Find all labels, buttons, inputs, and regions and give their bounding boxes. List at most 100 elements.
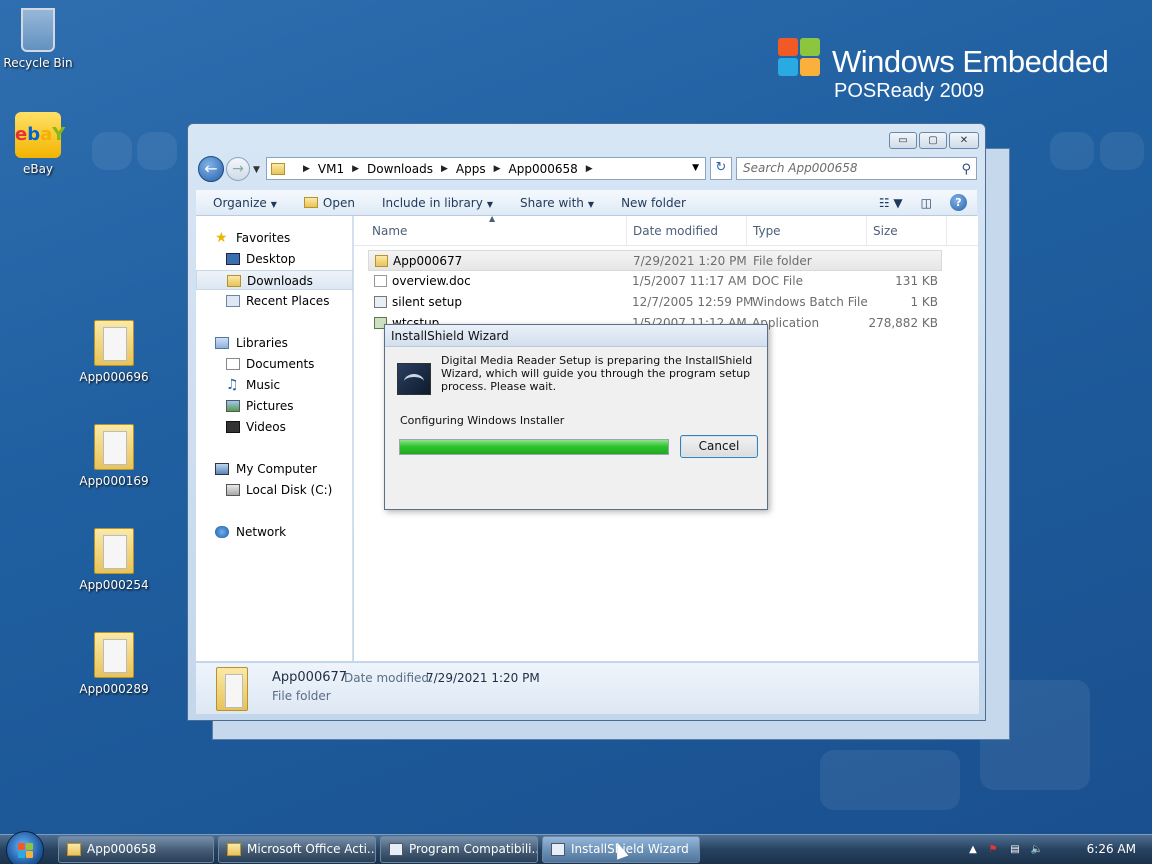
ebay-logo-b: b [27, 124, 41, 145]
new-folder-button[interactable]: New folder [621, 196, 686, 210]
file-row[interactable]: silent setup 12/7/2005 12:59 PM Windows … [368, 292, 942, 313]
search-input[interactable]: Search App000658 ⚲ [736, 157, 977, 180]
folder-icon [94, 528, 134, 574]
nav-label: Local Disk (C:) [246, 483, 333, 497]
forward-button[interactable]: → [226, 157, 250, 181]
details-date-value: 7/29/2021 1:20 PM [426, 671, 540, 685]
file-date: 7/29/2021 1:20 PM [633, 254, 747, 268]
show-hidden-icons-icon[interactable]: ▲ [966, 843, 980, 856]
downloads-icon [227, 275, 241, 287]
breadcrumb-item[interactable]: Downloads [367, 162, 433, 176]
breadcrumb-item[interactable]: App000658 [509, 162, 578, 176]
file-size: 1 KB [910, 295, 938, 309]
back-button[interactable]: ← [198, 156, 224, 182]
installshield-dialog[interactable]: InstallShield Wizard Digital Media Reade… [384, 324, 768, 510]
chevron-down-icon: ▼ [486, 199, 493, 209]
address-dropdown[interactable]: ▼ [692, 163, 699, 173]
taskbar-button-app000658[interactable]: App000658 [58, 836, 214, 863]
dialog-title[interactable]: InstallShield Wizard [385, 325, 767, 347]
volume-muted-icon[interactable]: 🔈 [1030, 843, 1044, 856]
music-icon: ♫ [226, 377, 239, 393]
nav-my-computer[interactable]: My Computer [196, 459, 353, 479]
file-date: 1/5/2007 11:17 AM [632, 274, 747, 288]
file-type: File folder [753, 254, 812, 268]
nav-videos[interactable]: Videos [196, 417, 353, 437]
nav-label: Desktop [246, 252, 296, 266]
new-folder-label: New folder [621, 195, 686, 210]
view-options-icon[interactable]: ☷ ▼ [879, 196, 903, 210]
desktop-icon-label: App000169 [79, 474, 149, 488]
open-label: Open [322, 195, 355, 210]
column-headers: Name ▲ Date modified Type Size [354, 214, 978, 246]
nav-libraries[interactable]: Libraries [196, 333, 353, 353]
clock[interactable]: 6:26 AM [1087, 842, 1136, 856]
file-date: 12/7/2005 12:59 PM [632, 295, 754, 309]
installshield-logo-icon [397, 363, 431, 395]
taskbar-label: App000658 [87, 842, 157, 856]
share-with-button[interactable]: Share with ▼ [520, 196, 594, 210]
start-button[interactable] [6, 831, 44, 864]
brand-subtitle: POSReady 2009 [834, 80, 985, 102]
chevron-right-icon[interactable]: ▶ [352, 164, 359, 174]
address-bar[interactable]: ▶ VM1 ▶ Downloads ▶ Apps ▶ App000658 ▶ ▼ [266, 157, 706, 180]
windows-flag-icon [18, 851, 25, 858]
desktop-icon-ebay[interactable]: ebaY eBay [0, 112, 76, 176]
chevron-right-icon[interactable]: ▶ [303, 164, 310, 174]
include-in-library-button[interactable]: Include in library ▼ [382, 196, 493, 210]
desktop-icon-app000254[interactable]: App000254 [76, 528, 152, 592]
nav-local-disk[interactable]: Local Disk (C:) [196, 480, 353, 500]
details-name: App000677 [272, 670, 348, 685]
nav-label: My Computer [236, 462, 317, 476]
nav-label: Network [236, 525, 287, 539]
nav-documents[interactable]: Documents [196, 354, 353, 374]
column-header-type[interactable]: Type [753, 224, 781, 238]
desktop-icon [226, 253, 240, 265]
file-row[interactable]: overview.doc 1/5/2007 11:17 AM DOC File … [368, 271, 942, 292]
breadcrumb-item[interactable]: VM1 [318, 162, 344, 176]
chevron-right-icon[interactable]: ▶ [586, 164, 593, 174]
computer-icon [215, 463, 229, 475]
desktop-icon-app000696[interactable]: App000696 [76, 320, 152, 384]
desktop-icon-label: App000289 [79, 682, 149, 696]
desktop-icon-recycle-bin[interactable]: Recycle Bin [0, 8, 76, 70]
chevron-right-icon[interactable]: ▶ [494, 164, 501, 174]
file-row[interactable]: App000677 7/29/2021 1:20 PM File folder [368, 250, 942, 271]
breadcrumb-item[interactable]: Apps [456, 162, 486, 176]
action-center-icon[interactable]: ⚑ [986, 843, 1000, 856]
address-row: ← → ▼ ▶ VM1 ▶ Downloads ▶ Apps ▶ App0006… [196, 156, 977, 182]
minimize-button[interactable]: ▭ [889, 132, 917, 149]
maximize-button[interactable]: ▢ [919, 132, 947, 149]
nav-favorites[interactable]: ★ Favorites [196, 228, 353, 248]
taskbar-button-program-compatibility[interactable]: Program Compatibili... [380, 836, 538, 863]
open-button[interactable]: Open [303, 195, 355, 210]
nav-pictures[interactable]: Pictures [196, 396, 353, 416]
nav-label: Documents [246, 357, 315, 371]
nav-recent-places[interactable]: Recent Places [196, 291, 353, 311]
nav-downloads[interactable]: Downloads [196, 270, 353, 290]
nav-music[interactable]: ♫ Music [196, 375, 353, 395]
chevron-right-icon[interactable]: ▶ [441, 164, 448, 174]
folder-open-icon [303, 196, 318, 208]
nav-label: Favorites [236, 231, 291, 245]
desktop-icon-app000169[interactable]: App000169 [76, 424, 152, 488]
desktop-icon-app000289[interactable]: App000289 [76, 632, 152, 696]
recent-pages-dropdown[interactable]: ▼ [253, 165, 260, 175]
preview-pane-icon[interactable]: ◫ [921, 196, 932, 210]
nav-network[interactable]: Network [196, 522, 353, 542]
network-status-icon[interactable]: ▤ [1008, 843, 1022, 856]
search-icon[interactable]: ⚲ [961, 159, 971, 180]
organize-button[interactable]: Organize ▼ [213, 196, 277, 210]
details-kind: File folder [272, 689, 331, 703]
help-icon[interactable]: ? [950, 194, 967, 211]
column-header-date[interactable]: Date modified [633, 224, 718, 238]
file-size: 278,882 KB [868, 316, 938, 330]
refresh-button[interactable]: ↻ [710, 157, 732, 180]
disk-icon [226, 484, 240, 496]
close-button[interactable]: ✕ [949, 132, 979, 149]
column-header-size[interactable]: Size [873, 224, 898, 238]
column-header-name[interactable]: Name [372, 224, 407, 238]
nav-desktop[interactable]: Desktop [196, 249, 353, 269]
cancel-button[interactable]: Cancel [680, 435, 758, 458]
file-name: overview.doc [392, 274, 471, 288]
taskbar-button-office-activation[interactable]: Microsoft Office Acti... [218, 836, 376, 863]
